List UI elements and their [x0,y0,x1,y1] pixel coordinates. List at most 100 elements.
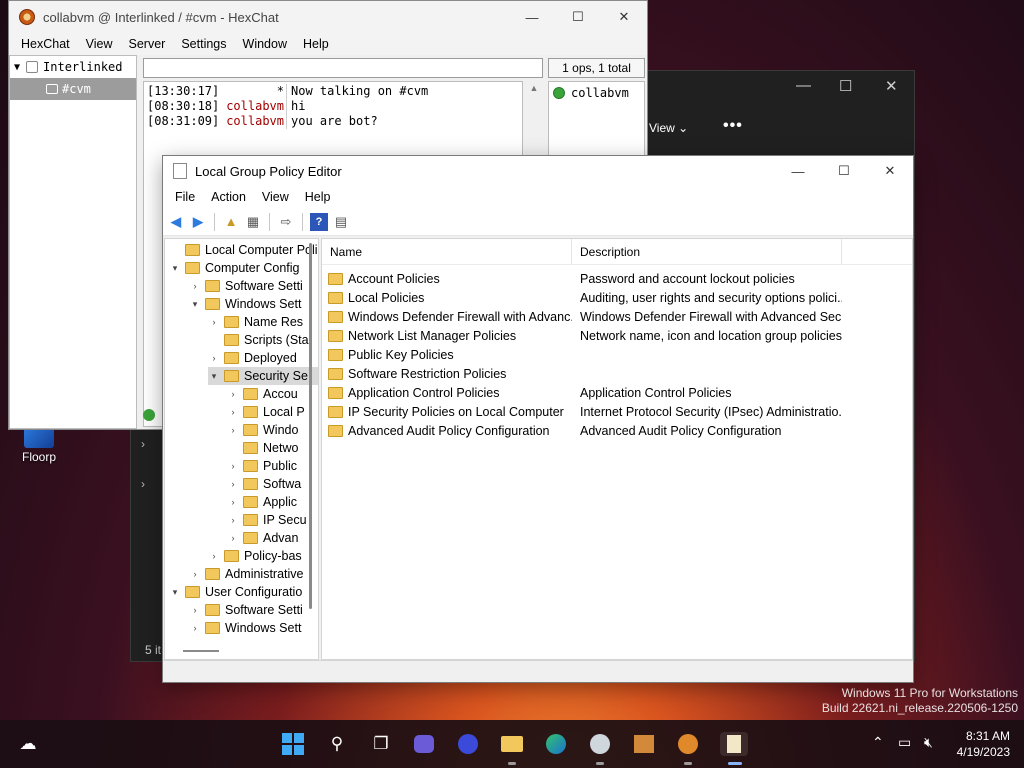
back-arrow-icon[interactable]: ◀ [167,213,185,231]
column-name[interactable]: Name [322,239,572,264]
app-x-icon[interactable] [676,732,700,756]
chevron-right-icon[interactable]: › [227,497,239,507]
tree-item[interactable]: › Windo [227,421,299,439]
maximize-button[interactable]: ☐ [555,1,601,33]
tree-item[interactable]: Scripts (Sta [208,331,309,349]
list-item[interactable]: Windows Defender Firewall with Advanc...… [322,307,912,326]
chevron-right-icon[interactable]: › [208,353,220,363]
chevron-down-icon[interactable]: ▾ [169,263,181,274]
floorp-icon[interactable] [456,732,480,756]
tree-item[interactable]: › Windows Sett [189,619,302,637]
chevron-right-icon[interactable]: › [189,623,201,633]
title-bar[interactable]: collabvm @ Interlinked / #cvm - HexChat … [9,1,647,33]
chevron-up-icon[interactable]: ⌃ [872,734,884,751]
close-icon[interactable]: ✕ [885,77,898,95]
tree-item[interactable]: › Accou [227,385,298,403]
maximize-button[interactable]: ☐ [821,155,867,187]
list-item[interactable]: Advanced Audit Policy Configuration Advan… [322,421,912,440]
desktop-icon-floorp[interactable]: Floorp [14,426,64,464]
chevron-right-icon[interactable]: › [227,479,239,489]
channel-item[interactable]: #cvm [10,78,136,100]
tree-item[interactable]: Local Computer Polic [169,241,318,259]
tree-item[interactable]: › Name Res [208,313,304,331]
chevron-right-icon[interactable]: › [227,461,239,471]
chevron-right-icon[interactable]: › [227,425,239,435]
user-item[interactable]: collabvm [549,82,644,104]
topic-input[interactable] [143,58,543,78]
menu-server[interactable]: Server [121,37,174,51]
minimize-button[interactable]: — [509,1,555,33]
view-button[interactable]: View ⌄ [649,121,688,135]
close-button[interactable]: ✕ [601,1,647,33]
nickname[interactable]: collabvm [221,114,287,129]
menu-file[interactable]: File [167,190,203,204]
collapse-arrow-icon[interactable]: ▼ [14,62,20,73]
scroll-up-icon[interactable]: ▲ [525,83,543,93]
title-bar[interactable]: Local Group Policy Editor — ☐ ✕ [163,156,913,186]
tree-item[interactable]: › Public [227,457,298,475]
minimize-button[interactable]: — [775,155,821,187]
network-icon[interactable]: ▭ [898,734,911,751]
chevron-right-icon[interactable]: › [189,605,201,615]
chevron-right-icon[interactable]: › [227,389,239,399]
edge-icon[interactable] [544,732,568,756]
system-clock[interactable]: 8:31 AM 4/19/2023 [957,728,1010,760]
maximize-icon[interactable]: ☐ [839,77,852,95]
tree-horizontal-scrollbar[interactable] [183,650,219,652]
chevron-down-icon[interactable]: ▾ [208,371,220,382]
list-item[interactable]: Public Key Policies [322,345,912,364]
chevron-down-icon[interactable]: ▾ [169,587,181,598]
list-item[interactable]: IP Security Policies on Local Computer In… [322,402,912,421]
tree-item[interactable]: › Local P [227,403,305,421]
chevron-right-icon[interactable]: › [189,569,201,579]
chevron-right-icon[interactable]: › [141,437,145,451]
package-icon[interactable] [632,732,656,756]
more-options-icon[interactable]: ••• [723,117,743,135]
chevron-right-icon[interactable]: › [208,317,220,327]
hexchat-icon[interactable] [588,732,612,756]
close-button[interactable]: ✕ [867,155,913,187]
network-item[interactable]: ▼ Interlinked [10,56,136,78]
policy-tree[interactable]: Local Computer Polic ▾ Computer Config › Sof… [164,238,319,660]
start-icon[interactable] [281,732,305,756]
list-item[interactable]: Local Policies Auditing, user rights and … [322,288,912,307]
search-icon[interactable]: ⚲ [325,732,349,756]
chevron-right-icon[interactable]: › [141,477,145,491]
menu-help[interactable]: Help [295,37,337,51]
chevron-right-icon[interactable]: › [227,515,239,525]
tree-item[interactable]: › Software Setti [189,277,303,295]
tree-item[interactable]: › Applic [227,493,298,511]
export-list-icon[interactable]: ⇨ [277,213,295,231]
task-view-icon[interactable]: ❐ [369,732,393,756]
volume-muted-icon[interactable]: 🔇︎ [924,734,933,751]
tree-item[interactable]: ▾ Computer Config [169,259,300,277]
column-description[interactable]: Description [572,239,842,264]
minimize-icon[interactable]: — [796,77,811,94]
weather-icon[interactable]: ☁ [16,732,40,756]
tree-item[interactable]: › Policy-bas [208,547,302,565]
tree-item[interactable]: › Deployed [208,349,297,367]
tree-item[interactable]: › Administrative [189,565,304,583]
chevron-right-icon[interactable]: › [227,407,239,417]
file-explorer-icon[interactable] [500,732,524,756]
menu-settings[interactable]: Settings [173,37,234,51]
menu-window[interactable]: Window [235,37,295,51]
list-item[interactable]: Application Control Policies Application … [322,383,912,402]
tree-item[interactable]: › Advan [227,529,299,547]
menu-hexchat[interactable]: HexChat [13,37,78,51]
forward-arrow-icon[interactable]: ▶ [189,213,207,231]
tree-item[interactable]: ▾ Windows Sett [189,295,302,313]
chat-icon[interactable] [412,732,436,756]
tree-item[interactable]: › IP Secu [227,511,307,529]
tree-item[interactable]: ▾ Security Se [208,367,318,385]
tree-item[interactable]: Netwo [227,439,298,457]
nickname[interactable]: collabvm [221,99,287,114]
up-folder-icon[interactable]: ▲ [222,213,240,231]
menu-view[interactable]: View [254,190,297,204]
menu-view[interactable]: View [78,37,121,51]
chevron-right-icon[interactable]: › [189,281,201,291]
chevron-right-icon[interactable]: › [227,533,239,543]
chevron-down-icon[interactable]: ▾ [189,299,201,310]
properties-icon[interactable]: ▤ [332,213,350,231]
tree-item[interactable]: › Software Setti [189,601,303,619]
